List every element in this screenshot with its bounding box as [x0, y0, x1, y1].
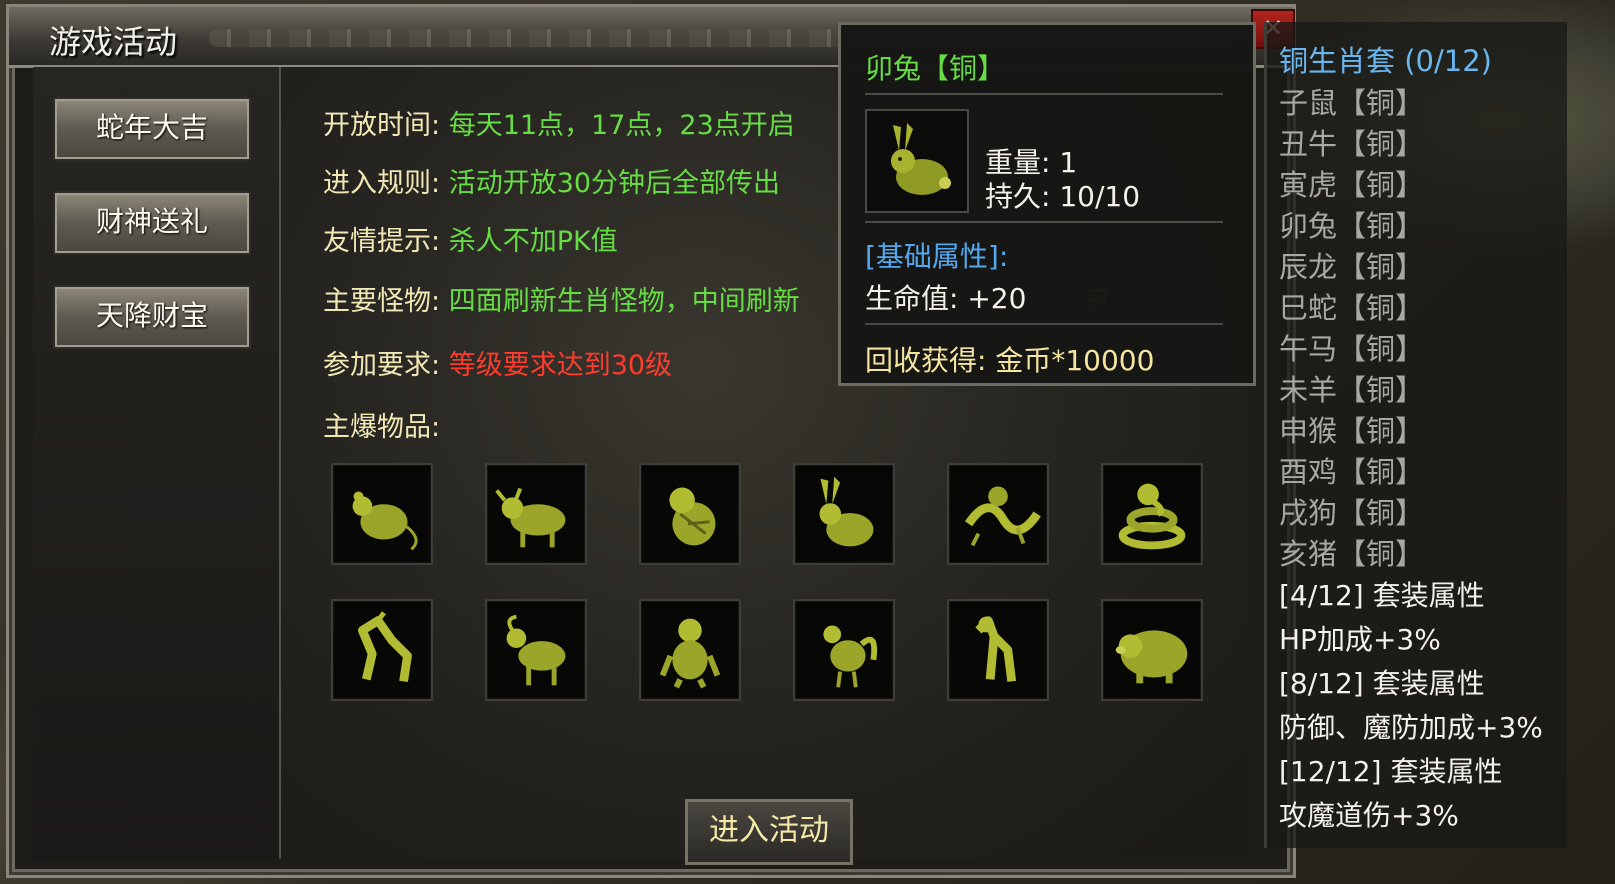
rabbit-icon: [795, 465, 893, 563]
goat-icon: [487, 601, 585, 699]
set-item: 丑牛【铜】: [1279, 127, 1425, 161]
tooltip-base-attr-heading: [基础属性]:: [865, 240, 1009, 273]
tooltip-hp: 生命值: +20: [865, 282, 1027, 315]
set-bonus-effect: HP加成+3%: [1279, 623, 1441, 656]
drop-item-slot[interactable]: [1101, 599, 1203, 701]
set-bonus-panel: 铜生肖套 (0/12) 子鼠【铜】丑牛【铜】寅虎【铜】卯兔【铜】辰龙【铜】巳蛇【…: [1264, 22, 1567, 848]
activity-tab-treasure[interactable]: 天降财宝: [53, 285, 251, 349]
info-label: 参加要求:: [323, 350, 441, 381]
set-item: 申猴【铜】: [1279, 414, 1425, 448]
set-item: 巳蛇【铜】: [1279, 291, 1425, 325]
dragon-icon: [949, 465, 1047, 563]
recycle-value: 金币*10000: [995, 344, 1155, 377]
info-value: 等级要求达到30级: [448, 350, 673, 381]
drop-item-slot[interactable]: [639, 599, 741, 701]
info-row-entry-rule: 进入规则: 活动开放30分钟后全部传出: [323, 161, 780, 200]
dog-icon: [949, 601, 1047, 699]
tooltip-recycle: 回收获得: 金币*10000: [865, 339, 1154, 379]
info-row-open-time: 开放时间: 每天11点，17点，23点开启: [323, 103, 795, 142]
rabbit-icon: [865, 109, 969, 213]
divider: [865, 221, 1223, 223]
info-value: 杀人不加PK值: [448, 226, 618, 257]
drop-item-slot[interactable]: [793, 463, 895, 565]
drop-item-slot[interactable]: [947, 599, 1049, 701]
drops-heading: 主爆物品:: [323, 405, 440, 444]
set-item: 酉鸡【铜】: [1279, 455, 1425, 489]
set-bonus-tier: [12/12] 套装属性: [1279, 755, 1503, 788]
info-row-tip: 友情提示: 杀人不加PK值: [323, 219, 618, 258]
drop-item-slot[interactable]: [639, 463, 741, 565]
pig-icon: [1103, 601, 1201, 699]
info-value: 四面刷新生肖怪物，中间刷新: [448, 286, 800, 317]
info-label: 进入规则:: [323, 168, 441, 199]
divider: [865, 93, 1223, 95]
rat-icon: [333, 465, 431, 563]
enter-activity-button[interactable]: 进入活动: [685, 799, 853, 865]
horse-icon: [333, 601, 431, 699]
tooltip-item-name: 卯兔【铜】: [865, 52, 1006, 85]
set-item: 戌狗【铜】: [1279, 496, 1425, 530]
set-bonus-tier: [4/12] 套装属性: [1279, 579, 1485, 612]
drop-item-slot[interactable]: [331, 463, 433, 565]
divider: [865, 323, 1223, 325]
rooster-icon: [795, 601, 893, 699]
info-row-monsters: 主要怪物: 四面刷新生肖怪物，中间刷新 只: [323, 279, 1110, 318]
info-label: 开放时间:: [323, 110, 441, 141]
activity-tab-snake-year[interactable]: 蛇年大吉: [53, 97, 251, 161]
drop-item-slot[interactable]: [947, 463, 1049, 565]
activity-tab-fortune-god[interactable]: 财神送礼: [53, 191, 251, 255]
item-tooltip: 卯兔【铜】 重量: 1 持久: 10/10 [基础属性]: 生命值: +20 回…: [838, 22, 1256, 386]
drop-item-slot[interactable]: [485, 599, 587, 701]
drop-item-slot[interactable]: [793, 599, 895, 701]
recycle-label: 回收获得:: [865, 344, 987, 377]
set-bonus-tier: [8/12] 套装属性: [1279, 667, 1485, 700]
drop-item-slot[interactable]: [1101, 463, 1203, 565]
info-value: 活动开放30分钟后全部传出: [448, 168, 781, 199]
monkey-icon: [641, 601, 739, 699]
set-item: 寅虎【铜】: [1279, 168, 1425, 202]
drop-item-slot[interactable]: [331, 599, 433, 701]
set-item: 未羊【铜】: [1279, 373, 1425, 407]
tooltip-durability: 持久: 10/10: [985, 180, 1141, 213]
drop-item-slot[interactable]: [485, 463, 587, 565]
set-item: 午马【铜】: [1279, 332, 1425, 366]
set-item: 亥猪【铜】: [1279, 537, 1425, 571]
window-title: 游戏活动: [49, 23, 178, 61]
info-label: 友情提示:: [323, 226, 441, 257]
snake-icon: [1103, 465, 1201, 563]
drops-label: 主爆物品:: [323, 412, 441, 443]
set-bonus-effect: 攻魔道伤+3%: [1279, 799, 1459, 832]
set-item: 卯兔【铜】: [1279, 209, 1425, 243]
set-title: 铜生肖套 (0/12): [1279, 44, 1492, 78]
tiger-icon: [641, 465, 739, 563]
set-item: 辰龙【铜】: [1279, 250, 1425, 284]
info-value: 每天11点，17点，23点开启: [448, 110, 795, 141]
activity-list-panel: 蛇年大吉 财神送礼 天降财宝: [33, 67, 281, 859]
info-row-requirement: 参加要求: 等级要求达到30级: [323, 343, 672, 382]
set-bonus-effect: 防御、魔防加成+3%: [1279, 711, 1543, 744]
ox-icon: [487, 465, 585, 563]
info-label: 主要怪物:: [323, 286, 441, 317]
set-item: 子鼠【铜】: [1279, 86, 1425, 120]
